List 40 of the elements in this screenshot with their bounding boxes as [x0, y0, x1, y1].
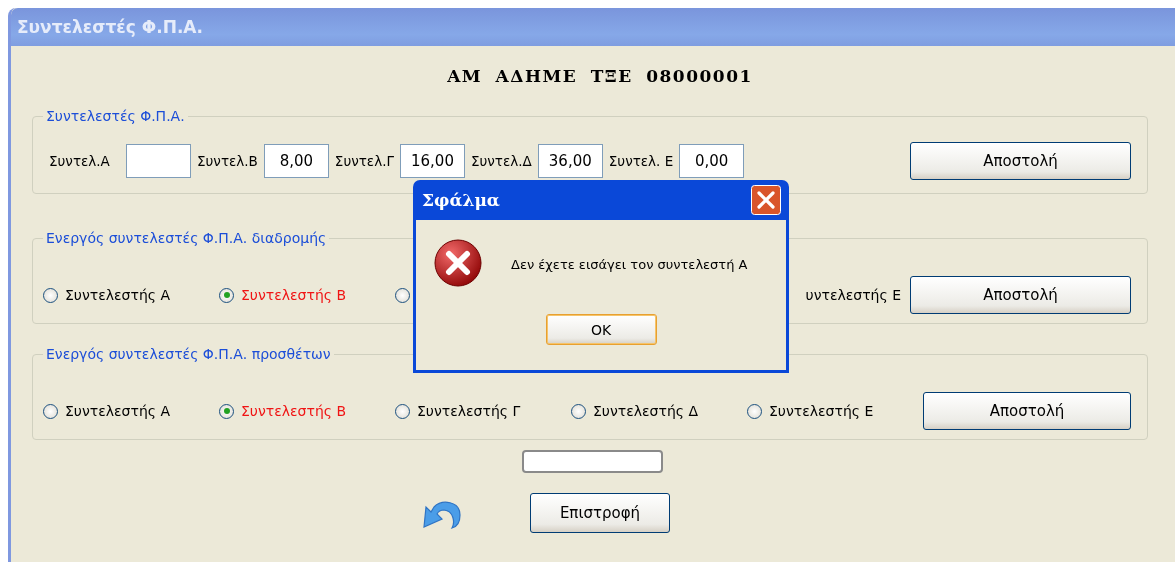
rate-input[interactable]: 16,00: [399, 144, 465, 178]
error-message: Δεν έχετε εισάγει τον συντελεστή Α: [511, 256, 748, 272]
ok-button[interactable]: OK: [545, 314, 657, 345]
close-icon[interactable]: [751, 185, 781, 215]
dialog-title: Σφάλμα: [422, 190, 500, 210]
account-header: ΑΜ ΑΔΗΜΕ ΤΞΕ 08000001: [446, 66, 754, 86]
rate-label: Συντελ.Δ: [469, 153, 533, 169]
window-title: Συντελεστές Φ.Π.Α.: [17, 17, 203, 37]
radio-label[interactable]: Συντελεστής Α: [65, 403, 171, 419]
rate-input[interactable]: [126, 144, 191, 178]
radio-label[interactable]: υντελεστής Ε: [805, 287, 901, 303]
send-button[interactable]: Αποστολή: [910, 142, 1131, 180]
rate-label: Συντελ. Ε: [607, 153, 675, 169]
rate-label: Συντελ.Β: [196, 153, 259, 169]
radio-button[interactable]: [747, 403, 762, 419]
radio-button[interactable]: [43, 403, 58, 419]
radio-button[interactable]: [219, 403, 234, 419]
group-legend: Ενεργός συντελεστές Φ.Π.Α. διαδρομής: [43, 230, 330, 246]
radio-label[interactable]: Συντελεστής Β: [241, 403, 347, 419]
rate-label: Συντελ.Γ: [333, 153, 395, 169]
radio-label[interactable]: Συντελεστής Δ: [593, 403, 699, 419]
radio-button[interactable]: [395, 287, 410, 303]
radio-button[interactable]: [571, 403, 586, 419]
send-button[interactable]: Αποστολή: [923, 392, 1131, 430]
group-legend: Ενεργός συντελεστές Φ.Π.Α. προσθέτων: [43, 346, 334, 362]
radio-button[interactable]: [395, 403, 410, 419]
back-button[interactable]: Επιστροφή: [530, 493, 670, 533]
radio-label[interactable]: Συντελεστής Β: [241, 287, 347, 303]
rate-input[interactable]: 8,00: [263, 144, 329, 178]
radio-button[interactable]: [43, 287, 58, 303]
radio-button[interactable]: [219, 287, 234, 303]
error-icon: [433, 238, 485, 290]
radio-label[interactable]: Συντελεστής Ε: [769, 403, 874, 419]
radio-label[interactable]: Συντελεστής Γ: [417, 403, 521, 419]
group-legend: Συντελεστές Φ.Π.Α.: [43, 108, 188, 124]
rate-label: Συντελ.Α: [48, 153, 111, 169]
radio-label[interactable]: Συντελεστής Α: [65, 287, 171, 303]
send-button[interactable]: Αποστολή: [910, 276, 1131, 314]
rate-input[interactable]: 0,00: [679, 144, 745, 178]
rate-input[interactable]: 36,00: [537, 144, 603, 178]
